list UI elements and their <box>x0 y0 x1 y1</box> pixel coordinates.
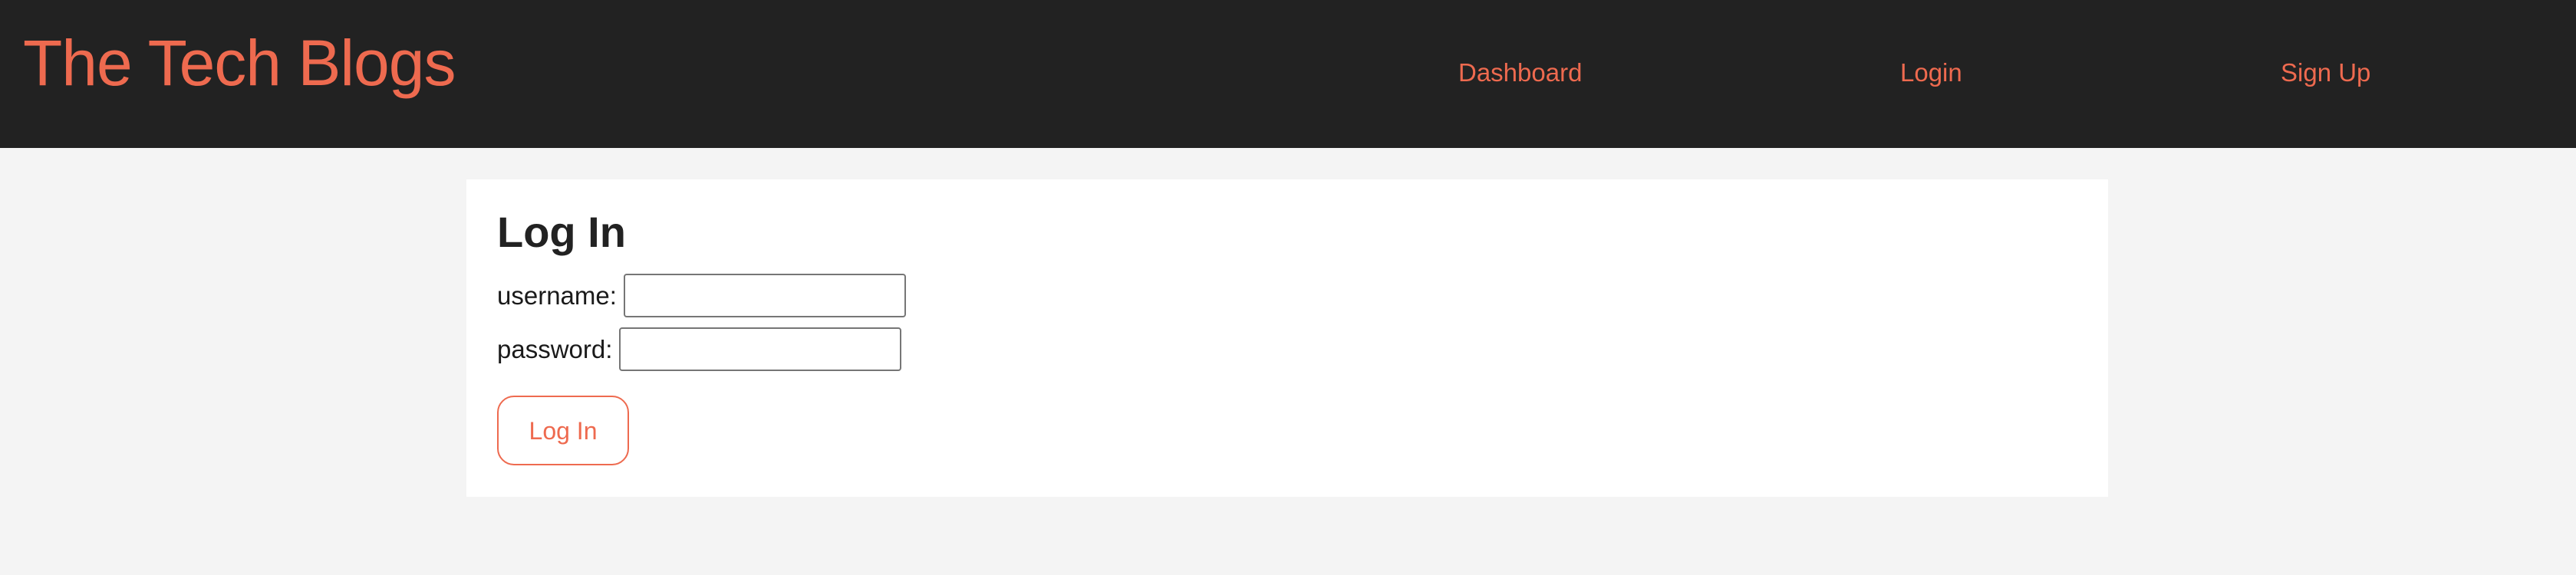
password-label: password: <box>497 334 613 363</box>
login-title: Log In <box>497 208 626 256</box>
username-input[interactable] <box>623 274 906 317</box>
login-button[interactable]: Log In <box>497 396 629 465</box>
nav-link-dashboard[interactable]: Dashboard <box>1458 60 1582 85</box>
nav-link-login[interactable]: Login <box>1900 60 1962 85</box>
username-label: username: <box>497 281 617 310</box>
site-title[interactable]: The Tech Blogs <box>23 31 456 95</box>
password-input[interactable] <box>619 327 902 371</box>
password-row: password: <box>497 327 902 372</box>
username-row: username: <box>497 273 906 318</box>
login-card: Log In username: password: Log In <box>466 179 2108 497</box>
nav-link-signup[interactable]: Sign Up <box>2281 60 2370 85</box>
site-header: The Tech Blogs Dashboard Login Sign Up <box>0 0 2576 148</box>
